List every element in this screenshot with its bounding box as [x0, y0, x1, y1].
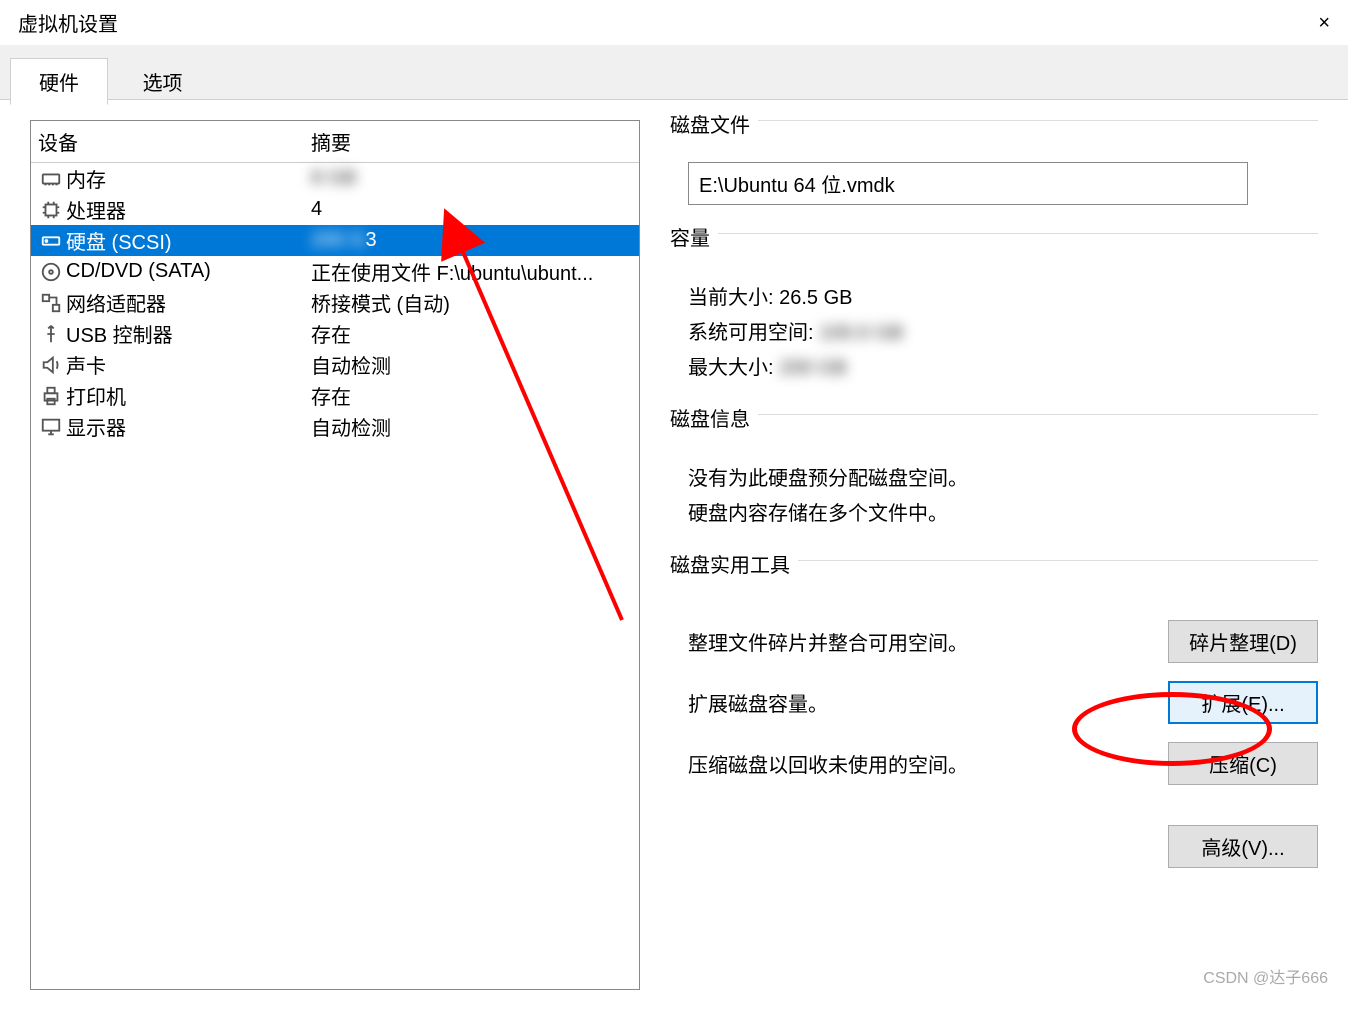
- device-list-header: 设备 摘要: [31, 121, 639, 163]
- disc-icon: [36, 261, 66, 283]
- detail-panel: 磁盘文件 E:\Ubuntu 64 位.vmdk 容量 当前大小: 26.5 G…: [670, 120, 1318, 990]
- disk-file-group: 磁盘文件 E:\Ubuntu 64 位.vmdk: [670, 120, 1318, 225]
- tab-options[interactable]: 选项: [114, 58, 212, 105]
- device-name: 网络适配器: [66, 288, 311, 317]
- device-summary: 存在: [311, 319, 634, 348]
- cur-size-value: 26.5 GB: [779, 287, 852, 309]
- device-summary: 自动检测: [311, 412, 634, 441]
- device-row-usb[interactable]: USB 控制器 存在: [31, 318, 639, 349]
- close-icon[interactable]: ×: [1318, 13, 1330, 33]
- free-label: 系统可用空间:: [688, 322, 814, 344]
- expand-button[interactable]: 扩展(E)...: [1168, 681, 1318, 724]
- defrag-desc: 整理文件碎片并整合可用空间。: [688, 627, 1168, 656]
- device-row-cddvd[interactable]: CD/DVD (SATA) 正在使用文件 F:\ubuntu\ubunt...: [31, 256, 639, 287]
- compact-button[interactable]: 压缩(C): [1168, 742, 1318, 785]
- device-row-cpu[interactable]: 处理器 4: [31, 194, 639, 225]
- display-icon: [36, 416, 66, 438]
- device-row-printer[interactable]: 打印机 存在: [31, 380, 639, 411]
- device-name: CD/DVD (SATA): [66, 260, 311, 283]
- info-line: 没有为此硬盘预分配磁盘空间。: [688, 462, 1318, 491]
- info-line: 硬盘内容存储在多个文件中。: [688, 497, 1318, 526]
- device-name: 声卡: [66, 350, 311, 379]
- disk-icon: [36, 230, 66, 252]
- device-row-display[interactable]: 显示器 自动检测: [31, 411, 639, 442]
- device-summary: 200 G3: [311, 229, 634, 252]
- device-name: 硬盘 (SCSI): [66, 226, 311, 255]
- disk-util-label: 磁盘实用工具: [670, 549, 798, 578]
- device-summary: 正在使用文件 F:\ubuntu\ubunt...: [311, 257, 634, 286]
- disk-util-group: 磁盘实用工具 整理文件碎片并整合可用空间。 碎片整理(D) 扩展磁盘容量。 扩展…: [670, 560, 1318, 888]
- device-name: 打印机: [66, 381, 311, 410]
- defrag-button[interactable]: 碎片整理(D): [1168, 620, 1318, 663]
- cur-size-label: 当前大小:: [688, 287, 774, 309]
- device-name: USB 控制器: [66, 319, 311, 348]
- device-list: 设备 摘要 内存 8 GB 处理器 4 硬盘 (SCSI) 200 G3: [30, 120, 640, 990]
- network-icon: [36, 292, 66, 314]
- device-summary: 4: [311, 198, 634, 221]
- device-summary: 存在: [311, 381, 634, 410]
- printer-icon: [36, 385, 66, 407]
- header-summary: 摘要: [311, 127, 351, 156]
- device-row-memory[interactable]: 内存 8 GB: [31, 163, 639, 194]
- capacity-label: 容量: [670, 222, 718, 251]
- max-label: 最大大小:: [688, 357, 774, 379]
- disk-info-group: 磁盘信息 没有为此硬盘预分配磁盘空间。 硬盘内容存储在多个文件中。: [670, 414, 1318, 552]
- header-device: 设备: [36, 127, 311, 156]
- device-row-sound[interactable]: 声卡 自动检测: [31, 349, 639, 380]
- title-bar: 虚拟机设置 ×: [0, 0, 1348, 45]
- window-title: 虚拟机设置: [18, 8, 118, 37]
- tabs: 硬件 选项: [0, 45, 1348, 100]
- free-value: 100.0 GB: [819, 322, 904, 345]
- device-name: 处理器: [66, 195, 311, 224]
- disk-file-label: 磁盘文件: [670, 109, 758, 138]
- expand-desc: 扩展磁盘容量。: [688, 688, 1168, 717]
- usb-icon: [36, 323, 66, 345]
- watermark: CSDN @达子666: [1203, 964, 1328, 988]
- device-name: 内存: [66, 164, 311, 193]
- device-row-disk[interactable]: 硬盘 (SCSI) 200 G3: [31, 225, 639, 256]
- memory-icon: [36, 168, 66, 190]
- device-summary: 自动检测: [311, 350, 634, 379]
- advanced-button[interactable]: 高级(V)...: [1168, 825, 1318, 868]
- tab-hardware[interactable]: 硬件: [10, 58, 108, 105]
- max-value: 200 GB: [779, 357, 847, 380]
- device-summary: 桥接模式 (自动): [311, 288, 634, 317]
- device-summary: 8 GB: [311, 167, 634, 190]
- capacity-group: 容量 当前大小: 26.5 GB 系统可用空间: 100.0 GB 最大大小: …: [670, 233, 1318, 406]
- device-row-network[interactable]: 网络适配器 桥接模式 (自动): [31, 287, 639, 318]
- compact-desc: 压缩磁盘以回收未使用的空间。: [688, 749, 1168, 778]
- sound-icon: [36, 354, 66, 376]
- cpu-icon: [36, 199, 66, 221]
- disk-info-label: 磁盘信息: [670, 403, 758, 432]
- disk-file-input[interactable]: E:\Ubuntu 64 位.vmdk: [688, 162, 1248, 205]
- device-name: 显示器: [66, 412, 311, 441]
